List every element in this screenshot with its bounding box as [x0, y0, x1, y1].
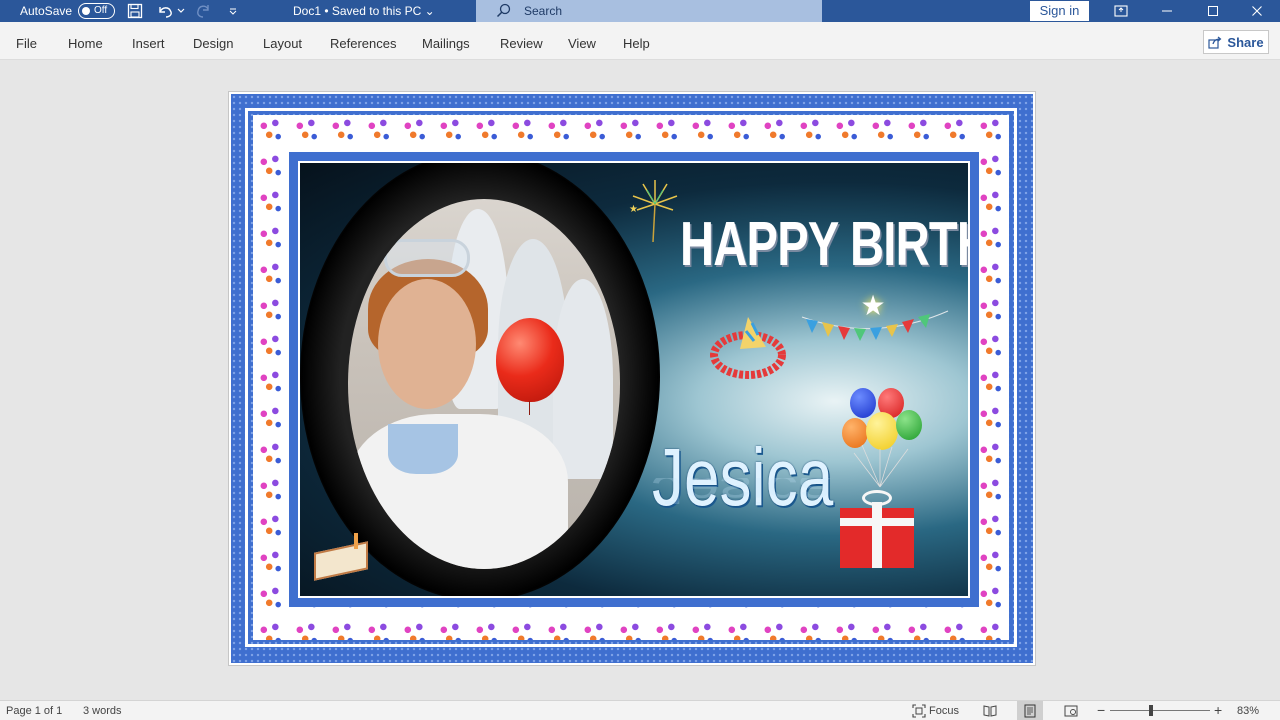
title-bar: AutoSave Off Doc1 • Saved to this PC ⌄ S…: [0, 0, 1280, 22]
tab-references[interactable]: References: [330, 36, 396, 51]
autosave-toggle[interactable]: Off: [78, 3, 115, 19]
gift-ribbon: [840, 518, 914, 526]
birthday-picture[interactable]: ★ HAPPY BIRTHDAY ★: [298, 161, 970, 598]
balloon-string: [529, 401, 530, 415]
zoom-out-button[interactable]: −: [1097, 702, 1105, 718]
ribbon-display-button[interactable]: [1098, 0, 1144, 22]
happy-birthday-headline[interactable]: HAPPY BIRTHDAY: [680, 191, 968, 299]
search-box[interactable]: Search: [476, 0, 822, 22]
gift-box-icon: [840, 488, 914, 568]
tab-help[interactable]: Help: [623, 36, 650, 51]
balloon-strings: [853, 444, 909, 488]
tab-layout[interactable]: Layout: [263, 36, 302, 51]
svg-text:★: ★: [629, 204, 638, 215]
lab-coat: [348, 414, 568, 569]
picture-frame[interactable]: ★ HAPPY BIRTHDAY ★: [289, 152, 979, 607]
save-icon: [127, 3, 143, 19]
save-button[interactable]: [127, 2, 143, 20]
tab-file[interactable]: File: [16, 36, 37, 51]
close-icon: [1252, 6, 1262, 16]
zoom-slider[interactable]: [1110, 710, 1210, 711]
chevron-down-icon: [177, 8, 185, 13]
minimize-icon: [1162, 10, 1172, 12]
zoom-level[interactable]: 83%: [1237, 705, 1259, 717]
redo-icon: [197, 5, 209, 18]
cake-base: [314, 541, 368, 581]
read-mode-icon[interactable]: [983, 704, 997, 718]
document-page[interactable]: ★ HAPPY BIRTHDAY ★: [228, 91, 1036, 666]
close-button[interactable]: [1234, 0, 1280, 22]
undo-button[interactable]: [156, 2, 174, 20]
tab-home[interactable]: Home: [68, 36, 103, 51]
search-icon: [496, 3, 511, 18]
name-reflection: Jesica: [652, 478, 834, 513]
tab-review[interactable]: Review: [500, 36, 543, 51]
cake-candle: [354, 533, 358, 549]
status-bar: Page 1 of 1 3 words Focus − + 83%: [0, 700, 1280, 720]
goggles: [384, 239, 470, 277]
maximize-button[interactable]: [1190, 0, 1236, 22]
share-button[interactable]: Share: [1203, 30, 1269, 54]
customize-quick-access[interactable]: [228, 2, 238, 20]
print-layout-button[interactable]: [1017, 701, 1043, 720]
undo-dropdown[interactable]: [177, 2, 185, 20]
portrait-photo: [348, 199, 620, 569]
redo-button[interactable]: [194, 2, 212, 20]
tab-design[interactable]: Design: [193, 36, 233, 51]
focus-icon[interactable]: [912, 704, 926, 718]
cake-slice-icon: [310, 533, 370, 581]
sign-in-button[interactable]: Sign in: [1030, 1, 1089, 21]
undo-icon: [159, 7, 172, 18]
toggle-knob: [82, 7, 90, 15]
shirt-collar: [388, 424, 458, 474]
web-layout-icon[interactable]: [1064, 704, 1078, 718]
balloon-green: [896, 410, 922, 440]
share-icon: [1208, 36, 1222, 49]
fireworks-icon: ★: [629, 180, 678, 243]
zoom-slider-thumb[interactable]: [1148, 705, 1153, 716]
tab-view[interactable]: View: [568, 36, 596, 51]
menu-bar: File Home Insert Design Layout Reference…: [0, 22, 1280, 60]
balloon-blue: [850, 388, 876, 418]
maximize-icon: [1208, 6, 1218, 16]
focus-label[interactable]: Focus: [929, 705, 959, 717]
balloon-bunch: [840, 388, 930, 488]
red-balloon: [496, 318, 564, 402]
zoom-in-button[interactable]: +: [1214, 702, 1222, 718]
share-label: Share: [1227, 34, 1264, 50]
tab-insert[interactable]: Insert: [132, 36, 165, 51]
word-count[interactable]: 3 words: [83, 705, 122, 717]
search-placeholder: Search: [524, 4, 563, 18]
tab-mailings[interactable]: Mailings: [422, 36, 470, 51]
party-hat-icon: [710, 317, 786, 379]
background-person: [553, 279, 613, 479]
autosave-state: Off: [94, 5, 108, 16]
star-icon: ★: [860, 290, 886, 321]
page-count[interactable]: Page 1 of 1: [6, 705, 62, 717]
ribbon-display-icon: [1114, 5, 1128, 17]
autosave-label: AutoSave: [20, 4, 73, 18]
gift-ribbon: [872, 502, 882, 568]
gift-bow: [862, 490, 892, 506]
minimize-button[interactable]: [1144, 0, 1190, 22]
customize-icon: [229, 8, 237, 15]
print-layout-icon: [1024, 704, 1036, 718]
face: [378, 279, 476, 409]
document-title[interactable]: Doc1 • Saved to this PC ⌄: [293, 4, 435, 18]
